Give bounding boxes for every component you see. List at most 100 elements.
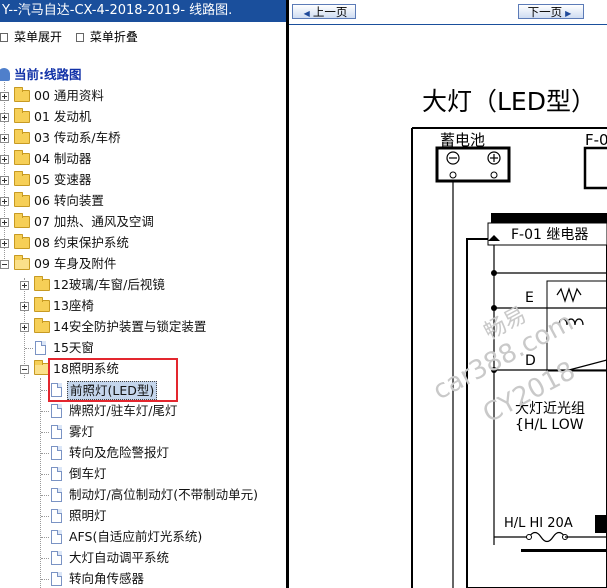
relay-bottom-bar	[521, 549, 607, 552]
folder-icon	[14, 192, 30, 207]
document-icon	[51, 488, 62, 502]
tree-connector	[41, 411, 49, 412]
expand-toggle-icon[interactable]	[0, 134, 9, 143]
expand-icon	[0, 33, 8, 42]
fuse-box	[583, 146, 607, 190]
folder-icon	[14, 234, 30, 249]
prev-page-button[interactable]: ◀ 上一页	[292, 4, 356, 19]
tree-item-label: 照明灯	[69, 508, 107, 523]
tree-item-label: 04 制动器	[34, 151, 92, 166]
expand-toggle-icon[interactable]	[0, 113, 9, 122]
tree-connector	[41, 495, 49, 496]
navigation-pane: Y--汽马自达-CX-4-2018-2019- 线路图. 菜单展开 菜单折叠 当…	[0, 0, 286, 588]
wiring-diagram: 大灯（LED型） 蓄电池 F-0 F-01 继电器 E D 大灯近光组 {H/L…	[411, 87, 607, 588]
fuse-terminal	[526, 534, 532, 540]
tree-item-label: 06 转向装置	[34, 193, 104, 208]
tree-item-label: AFS(自适应前灯光系统)	[69, 529, 203, 544]
prev-page-label: 上一页	[312, 5, 348, 19]
expand-toggle-icon[interactable]	[0, 239, 9, 248]
tree-item-label: 00 通用资料	[34, 88, 104, 103]
folder-open-icon	[14, 255, 30, 270]
tree-item-label: 转向角传感器	[69, 571, 145, 586]
expand-toggle-icon[interactable]	[0, 92, 9, 101]
tree-connector	[41, 537, 49, 538]
document-icon	[51, 509, 62, 523]
next-page-label: 下一页	[527, 5, 563, 19]
document-icon	[35, 341, 46, 355]
folder-icon	[34, 276, 50, 291]
fuse-label: H/L HI 20A	[504, 516, 573, 531]
tree-item-label: 05 变速器	[34, 172, 92, 187]
tree-item-label: 07 加热、通风及空调	[34, 214, 154, 229]
computer-icon	[0, 68, 10, 81]
folder-icon	[14, 213, 30, 228]
terminal-node	[490, 171, 498, 179]
tree-connector	[41, 558, 49, 559]
relay-label: F-01 继电器	[511, 227, 588, 243]
tree-connector	[41, 453, 49, 454]
tree-connector	[41, 474, 49, 475]
document-icon	[51, 404, 62, 418]
terminal-node	[449, 171, 457, 179]
tree-connector	[41, 516, 49, 517]
document-icon	[51, 551, 62, 565]
tree-item-label: 转向及危险警报灯	[69, 445, 170, 460]
tree-item-label: 08 约束保护系统	[34, 235, 129, 250]
tree-item-label: 牌照灯/驻车灯/尾灯	[69, 403, 178, 418]
battery-label: 蓄电池	[440, 131, 485, 149]
tree-item-label: 13座椅	[53, 298, 94, 313]
tree-item-label: 大灯自动调平系统	[69, 550, 170, 565]
document-icon	[51, 530, 62, 544]
collapse-toggle-icon[interactable]	[20, 365, 29, 374]
folder-icon	[14, 87, 30, 102]
document-icon	[51, 425, 62, 439]
junction-dot	[491, 305, 497, 311]
tree-item-label: 雾灯	[69, 424, 95, 439]
folder-icon	[14, 171, 30, 186]
menu-toolbar: 菜单展开 菜单折叠	[0, 28, 148, 46]
right-arrow-icon: ▶	[565, 9, 572, 18]
diagram-title: 大灯（LED型）	[422, 87, 596, 116]
window-title: Y--汽马自达-CX-4-2018-2019- 线路图.	[0, 0, 286, 22]
left-arrow-icon: ◀	[303, 9, 310, 18]
folder-icon	[34, 297, 50, 312]
folder-icon	[14, 108, 30, 123]
collapse-menu-button[interactable]: 菜单折叠	[75, 28, 138, 46]
content-pane: ◀ 上一页 下一页 ▶ 大灯（LED型） 蓄电池 F-0 F-01 继电器 E …	[289, 0, 607, 588]
tree-root-label: 当前:线路图	[14, 67, 82, 82]
collapse-menu-label: 菜单折叠	[89, 30, 138, 44]
tree-item-label: 09 车身及附件	[34, 256, 117, 271]
tree-item-label: 14安全防护装置与锁定装置	[53, 319, 207, 334]
tree-connector	[41, 579, 49, 580]
tree-item-label: 12玻璃/车窗/后视镜	[53, 277, 165, 292]
folder-icon	[34, 318, 50, 333]
expand-toggle-icon[interactable]	[0, 155, 9, 164]
lowbeam-sub-label: {H/L LOW	[515, 417, 584, 433]
fuse-box-label: F-0	[585, 131, 607, 149]
collapse-toggle-icon[interactable]	[0, 260, 9, 269]
tree-item-label: 15天窗	[53, 340, 94, 355]
folder-icon	[14, 150, 30, 165]
junction-dot	[491, 270, 497, 276]
tree-item-label: 制动灯/高位制动灯(不带制动单元)	[69, 487, 258, 502]
tree-item-label: 01 发动机	[34, 109, 92, 124]
tree-connector	[41, 432, 49, 433]
expand-toggle-icon[interactable]	[0, 176, 9, 185]
expand-menu-button[interactable]: 菜单展开	[0, 28, 62, 46]
document-icon	[51, 467, 62, 481]
expand-toggle-icon[interactable]	[20, 302, 29, 311]
expand-toggle-icon[interactable]	[20, 323, 29, 332]
expand-menu-label: 菜单展开	[14, 30, 63, 44]
page-nav-bar: ◀ 上一页 下一页 ▶	[289, 0, 607, 24]
highlight-annotation-box	[48, 358, 178, 402]
document-icon	[51, 572, 62, 586]
expand-toggle-icon[interactable]	[20, 281, 29, 290]
expand-toggle-icon[interactable]	[0, 197, 9, 206]
collapse-icon	[75, 33, 84, 42]
tree-connector	[40, 378, 41, 588]
folder-icon	[14, 129, 30, 144]
next-page-button[interactable]: 下一页 ▶	[518, 4, 584, 19]
connector-block	[595, 515, 607, 533]
expand-toggle-icon[interactable]	[0, 218, 9, 227]
tree-connector	[25, 348, 33, 349]
